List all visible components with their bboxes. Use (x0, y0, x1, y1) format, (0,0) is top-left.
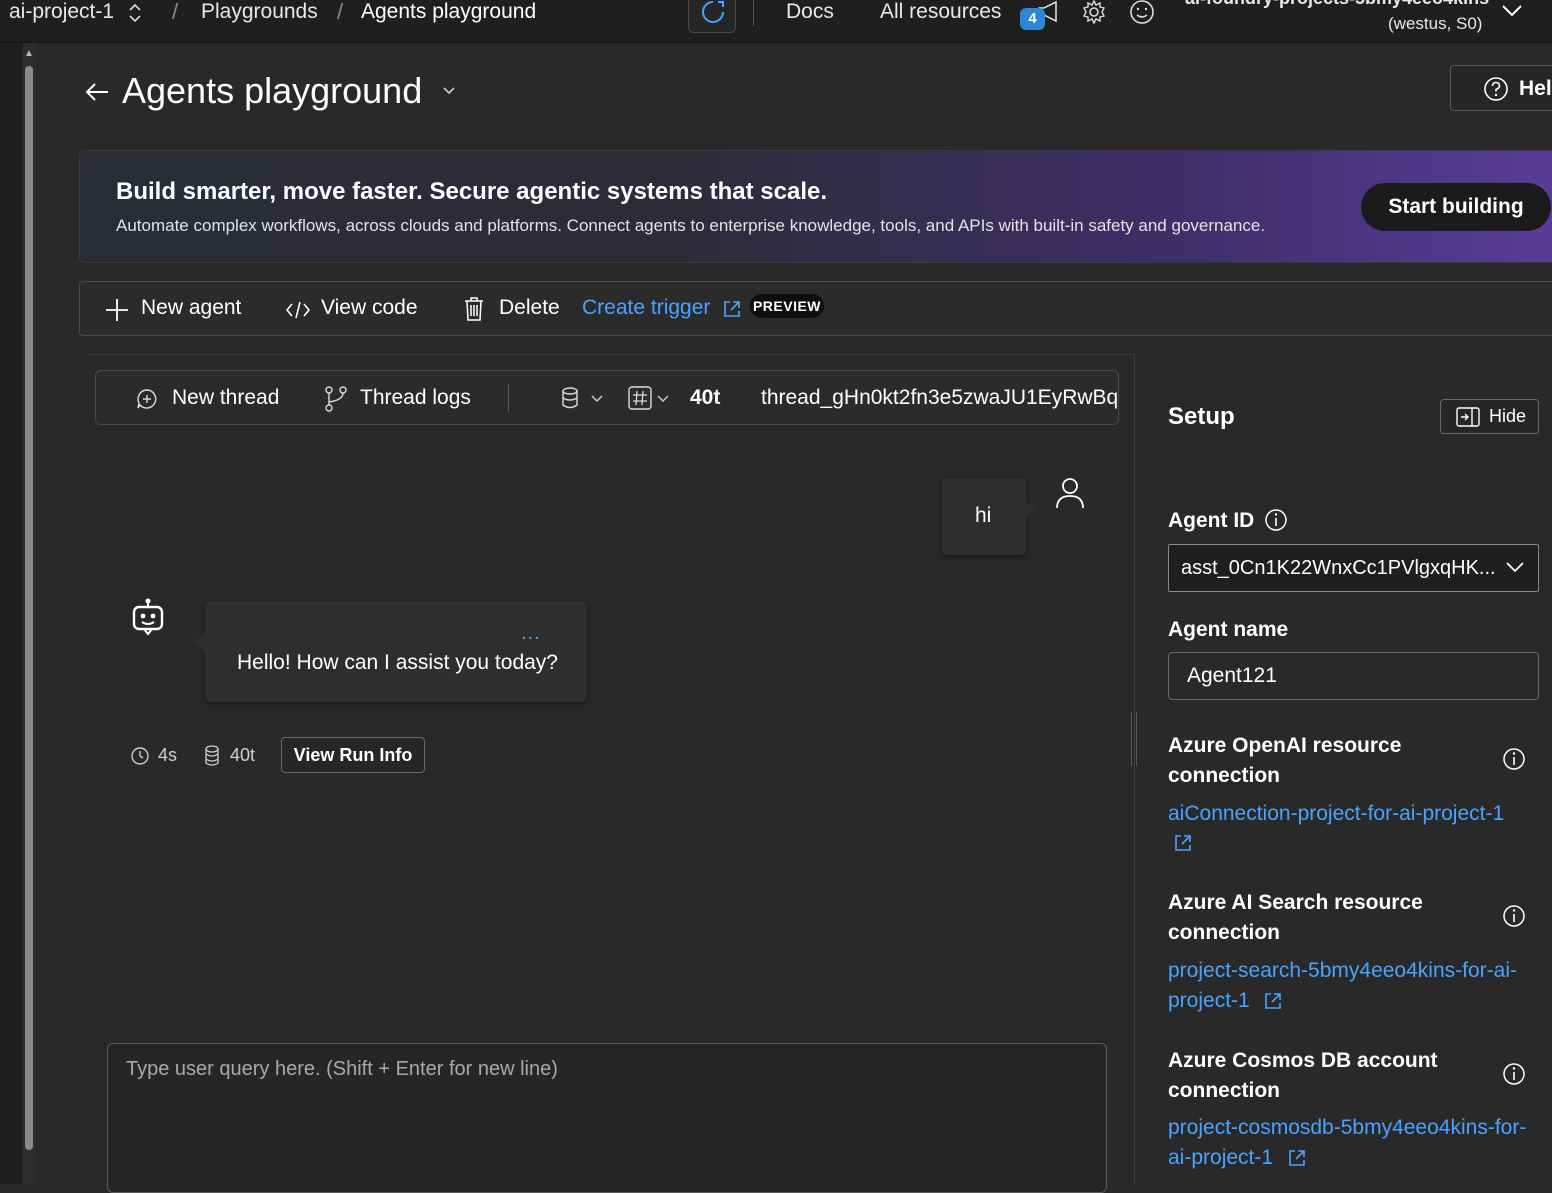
thread-bar-divider (508, 384, 509, 412)
new-thread-button[interactable]: New thread (172, 386, 279, 410)
info-icon[interactable] (1502, 1062, 1526, 1086)
clock-icon (130, 746, 150, 766)
page-title: Agents playground (122, 70, 423, 111)
external-link-icon[interactable] (722, 299, 742, 319)
search-connection-link-text[interactable]: project-search-5bmy4eeo4kins-for-ai-proj… (1168, 959, 1517, 1012)
view-run-info-button[interactable]: View Run Info (281, 737, 425, 773)
left-rail (0, 43, 23, 1184)
external-link-icon[interactable] (1173, 833, 1193, 853)
thread-logs-button[interactable]: Thread logs (360, 386, 471, 410)
promo-banner (79, 150, 1552, 263)
project-name: ai-project-1 (9, 0, 115, 23)
bot-bubble-tail (193, 632, 205, 652)
breadcrumb-agents-playground[interactable]: Agents playground (361, 0, 536, 26)
agent-name-input[interactable] (1168, 652, 1539, 700)
run-tokens: 40t (230, 745, 256, 765)
preview-badge: PREVIEW (750, 294, 824, 318)
gear-icon[interactable] (1081, 0, 1107, 25)
account-region: (westus, S0) (1388, 14, 1483, 33)
hide-label[interactable]: Hide (1489, 406, 1526, 427)
resize-handle[interactable] (1131, 712, 1137, 766)
thread-id: thread_gHn0kt2fn3e5zwaJU1EyRwBq (761, 386, 1119, 409)
scrollbar-thumb[interactable] (25, 66, 33, 1150)
view-code-button[interactable]: View code (321, 296, 418, 320)
agent-name-label: Agent name (1168, 618, 1289, 641)
code-icon (285, 300, 311, 320)
scroll-up-icon[interactable]: ▲ (24, 48, 34, 59)
create-trigger-link[interactable]: Create trigger (582, 296, 710, 320)
run-duration: 4s (158, 745, 178, 765)
new-agent-button[interactable]: New agent (141, 296, 241, 320)
help-label[interactable]: Hel (1519, 77, 1552, 101)
user-message-text: hi (975, 504, 992, 527)
breadcrumb-separator: / (337, 0, 344, 24)
delete-button[interactable]: Delete (499, 296, 560, 320)
account-name[interactable]: ai-foundry-projects-5bmy4eeo4kins (1185, 0, 1489, 9)
bot-icon (131, 598, 165, 636)
external-link-icon[interactable] (1287, 1148, 1307, 1168)
panel-divider (1134, 354, 1135, 1184)
token-count: 40t (690, 386, 721, 409)
database-icon[interactable] (560, 386, 580, 410)
copilot-icon (700, 0, 726, 25)
openai-connection-link[interactable]: aiConnection-project-for-ai-project-1 (1168, 799, 1543, 829)
panel-collapse-icon (1456, 407, 1480, 427)
breadcrumb-separator: / (172, 0, 179, 24)
toolbar-divider (753, 0, 754, 26)
chevron-down-icon[interactable] (656, 394, 670, 404)
message-more-button[interactable]: ... (521, 622, 541, 645)
question-circle-icon (1483, 76, 1509, 102)
up-down-chevron-icon[interactable] (128, 3, 142, 23)
branch-icon (324, 386, 348, 412)
info-icon[interactable] (1264, 508, 1288, 532)
notification-badge: 4 (1020, 8, 1045, 30)
trash-icon (463, 296, 485, 322)
chevron-down-icon[interactable] (1500, 3, 1524, 19)
plus-icon (104, 297, 130, 323)
chevron-down-icon[interactable] (1505, 560, 1525, 574)
agent-id-label: Agent ID (1168, 509, 1255, 532)
info-icon[interactable] (1502, 747, 1526, 771)
external-link-icon[interactable] (1263, 991, 1283, 1011)
start-building-button[interactable]: Start building (1361, 183, 1551, 231)
bot-message-text: Hello! How can I assist you today? (237, 651, 558, 674)
search-connection-label: Azure AI Search resource connection (1168, 891, 1423, 944)
banner-title: Build smarter, move faster. Secure agent… (116, 178, 827, 205)
smiley-icon[interactable] (1129, 0, 1155, 25)
breadcrumb-playgrounds[interactable]: Playgrounds (201, 0, 318, 26)
user-avatar-icon (1055, 477, 1085, 509)
openai-connection-label: Azure OpenAI resource connection (1168, 734, 1402, 787)
title-chevron-down-icon[interactable] (442, 86, 456, 96)
openai-connection-link-text[interactable]: aiConnection-project-for-ai-project-1 (1168, 802, 1504, 825)
back-arrow-icon[interactable] (84, 80, 110, 104)
chevron-down-icon[interactable] (590, 394, 604, 404)
chat-add-icon (136, 388, 158, 410)
search-connection-link[interactable]: project-search-5bmy4eeo4kins-for-ai-proj… (1168, 956, 1528, 1016)
copilot-button[interactable] (688, 0, 736, 33)
banner-subtitle: Automate complex workflows, across cloud… (116, 216, 1266, 235)
tokens-icon (203, 744, 221, 768)
setup-title: Setup (1168, 403, 1235, 430)
docs-link[interactable]: Docs (786, 0, 834, 26)
cosmos-connection-label: Azure Cosmos DB account connection (1168, 1049, 1438, 1102)
cosmos-connection-link[interactable]: project-cosmosdb-5bmy4eeo4kins-for-ai-pr… (1168, 1113, 1538, 1173)
top-bar: ai-project-1 / Playgrounds / Agents play… (0, 0, 1552, 43)
number-symbol-icon[interactable] (628, 386, 652, 410)
all-resources-link[interactable]: All resources (880, 0, 1001, 26)
project-selector[interactable]: ai-project-1 (9, 0, 114, 26)
info-icon[interactable] (1502, 904, 1526, 928)
agent-id-value: asst_0Cn1K22WnxCc1PVlgxqHK... (1181, 557, 1496, 579)
user-bubble-tail (1024, 500, 1036, 520)
user-query-input[interactable] (107, 1043, 1107, 1193)
cosmos-connection-link-text[interactable]: project-cosmosdb-5bmy4eeo4kins-for-ai-pr… (1168, 1116, 1526, 1169)
